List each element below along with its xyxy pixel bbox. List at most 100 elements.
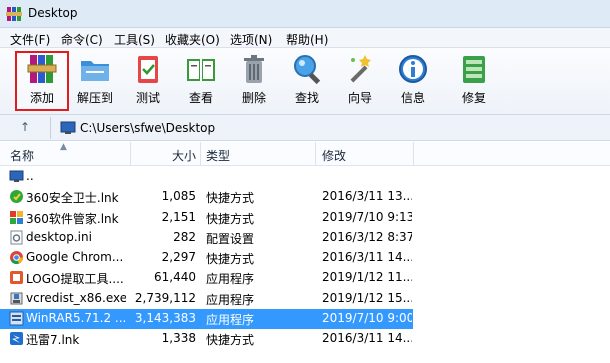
logo-tool-icon	[10, 271, 23, 285]
toolbar: 添加 解压到 测试 查看 删除 查找 向导 信息 修复	[0, 48, 610, 115]
file-row[interactable]: 360安全卫士.lnk 1,085 快捷方式 2016/3/11 13...	[0, 187, 610, 207]
info-label: 信息	[400, 91, 425, 105]
column-modified[interactable]: 修改	[322, 147, 346, 164]
menu-favorites[interactable]: 收藏夹(O)	[165, 31, 220, 48]
ini-file-icon	[10, 230, 23, 245]
delete-button[interactable]: 删除	[230, 52, 278, 110]
find-button[interactable]: 查找	[283, 52, 331, 110]
file-row[interactable]: vcredist_x86.exe 2,739,112 应用程序 2019/1/1…	[0, 289, 610, 309]
winrar-app-icon	[6, 7, 22, 21]
delete-label: 删除	[241, 91, 266, 105]
file-name: LOGO提取工具....	[26, 272, 124, 287]
installer-icon	[10, 292, 23, 305]
folder-extract-icon	[81, 61, 109, 81]
chrome-icon	[10, 251, 23, 265]
test-button[interactable]: 测试	[124, 52, 172, 110]
column-name[interactable]: 名称	[10, 147, 34, 164]
info-icon	[399, 55, 427, 83]
file-modified: 2016/3/11 14...	[322, 250, 412, 265]
file-name: 迅雷7.lnk	[26, 333, 80, 348]
file-type: 应用程序	[206, 292, 255, 307]
file-name: vcredist_x86.exe	[26, 290, 126, 305]
file-modified: 2019/1/12 11...	[322, 270, 412, 285]
repair-box-icon	[463, 56, 485, 83]
xunlei-icon	[10, 332, 23, 346]
file-size: 61,440	[154, 270, 196, 285]
file-name: ..	[26, 169, 34, 183]
file-name: Google Chrom...	[26, 250, 124, 265]
menu-file[interactable]: 文件(F)	[10, 31, 50, 48]
column-type[interactable]: 类型	[206, 147, 230, 164]
extract-button[interactable]: 解压到	[71, 52, 119, 110]
column-divider[interactable]	[315, 142, 316, 166]
add-archive-icon	[27, 55, 57, 83]
file-size: 2,151	[161, 209, 196, 224]
file-row-parent[interactable]: ..	[0, 167, 610, 187]
magnifier-icon	[294, 55, 321, 85]
column-divider[interactable]	[130, 142, 131, 166]
file-modified: 2016/3/11 13...	[322, 189, 412, 204]
file-type: 快捷方式	[206, 211, 255, 226]
file-list: .. 360安全卫士.lnk 1,085 快捷方式 2016/3/11 13..…	[0, 167, 610, 350]
find-label: 查找	[294, 91, 319, 105]
file-type: 快捷方式	[206, 191, 255, 206]
wizard-button[interactable]: 向导	[336, 52, 384, 110]
file-row[interactable]: 360软件管家.lnk 2,151 快捷方式 2019/7/10 9:13	[0, 208, 610, 228]
test-label: 测试	[135, 91, 160, 105]
file-size: 1,085	[161, 189, 196, 204]
menu-help[interactable]: 帮助(H)	[286, 31, 328, 48]
extract-label: 解压到	[76, 91, 113, 105]
add-button[interactable]: 添加	[15, 51, 69, 111]
file-row[interactable]: desktop.ini 282 配置设置 2016/3/12 8:37	[0, 228, 610, 248]
title-bar: Desktop	[0, 0, 610, 28]
view-button[interactable]: 查看	[177, 52, 225, 110]
file-size: 3,143,383	[134, 311, 196, 326]
address-divider	[50, 117, 51, 139]
repair-label: 修复	[461, 91, 486, 105]
up-folder-button[interactable]: ↑	[10, 120, 40, 136]
file-name: desktop.ini	[26, 229, 92, 244]
file-row[interactable]: Google Chrom... 2,297 快捷方式 2016/3/11 14.…	[0, 248, 610, 268]
menu-command[interactable]: 命令(C)	[61, 31, 103, 48]
file-name: 360安全卫士.lnk	[26, 191, 119, 206]
file-size: 2,739,112	[134, 290, 196, 305]
column-size[interactable]: 大小	[172, 147, 196, 164]
folder-up-icon	[9, 170, 24, 182]
winrar-icon	[9, 311, 24, 326]
repair-button[interactable]: 修复	[450, 52, 498, 110]
file-type: 应用程序	[206, 313, 255, 328]
file-modified: 2016/3/11 14...	[322, 331, 412, 346]
window-title: Desktop	[28, 6, 78, 20]
file-row[interactable]: 迅雷7.lnk 1,338 快捷方式 2016/3/11 14...	[0, 329, 610, 349]
column-divider[interactable]	[413, 142, 414, 166]
file-list-header: ▲ 名称 大小 类型 修改	[0, 142, 610, 166]
file-type: 配置设置	[206, 231, 255, 246]
file-modified: 2019/7/10 9:13	[322, 209, 412, 224]
trash-icon	[244, 55, 264, 83]
view-book-icon	[187, 59, 215, 81]
file-row[interactable]: LOGO提取工具.... 61,440 应用程序 2019/1/12 11...	[0, 268, 610, 288]
file-size: 282	[173, 229, 196, 244]
file-type: 快捷方式	[206, 333, 255, 348]
desktop-folder-icon	[60, 121, 76, 134]
file-modified: 2019/7/10 9:00	[322, 311, 412, 326]
view-label: 查看	[188, 91, 213, 105]
360-software-icon	[10, 210, 23, 224]
address-path[interactable]: C:\Users\sfwe\Desktop	[80, 121, 215, 135]
menu-options[interactable]: 选项(N)	[230, 31, 272, 48]
info-button[interactable]: 信息	[389, 52, 437, 110]
file-size: 1,338	[161, 331, 196, 346]
sort-ascending-icon: ▲	[60, 142, 67, 152]
file-row-selected[interactable]: WinRAR5.71.2 ... 3,143,383 应用程序 2019/7/1…	[0, 309, 610, 330]
menu-tools[interactable]: 工具(S)	[114, 31, 155, 48]
test-clipboard-icon	[138, 56, 158, 83]
file-name: WinRAR5.71.2 ...	[26, 311, 126, 326]
address-bar: ↑ C:\Users\sfwe\Desktop	[0, 115, 610, 141]
column-divider[interactable]	[200, 142, 201, 166]
file-type: 快捷方式	[206, 252, 255, 267]
file-modified: 2019/1/12 15...	[322, 290, 412, 305]
wizard-label: 向导	[347, 91, 372, 105]
file-name: 360软件管家.lnk	[26, 211, 119, 226]
add-label: 添加	[29, 91, 54, 105]
file-size: 2,297	[161, 250, 196, 265]
